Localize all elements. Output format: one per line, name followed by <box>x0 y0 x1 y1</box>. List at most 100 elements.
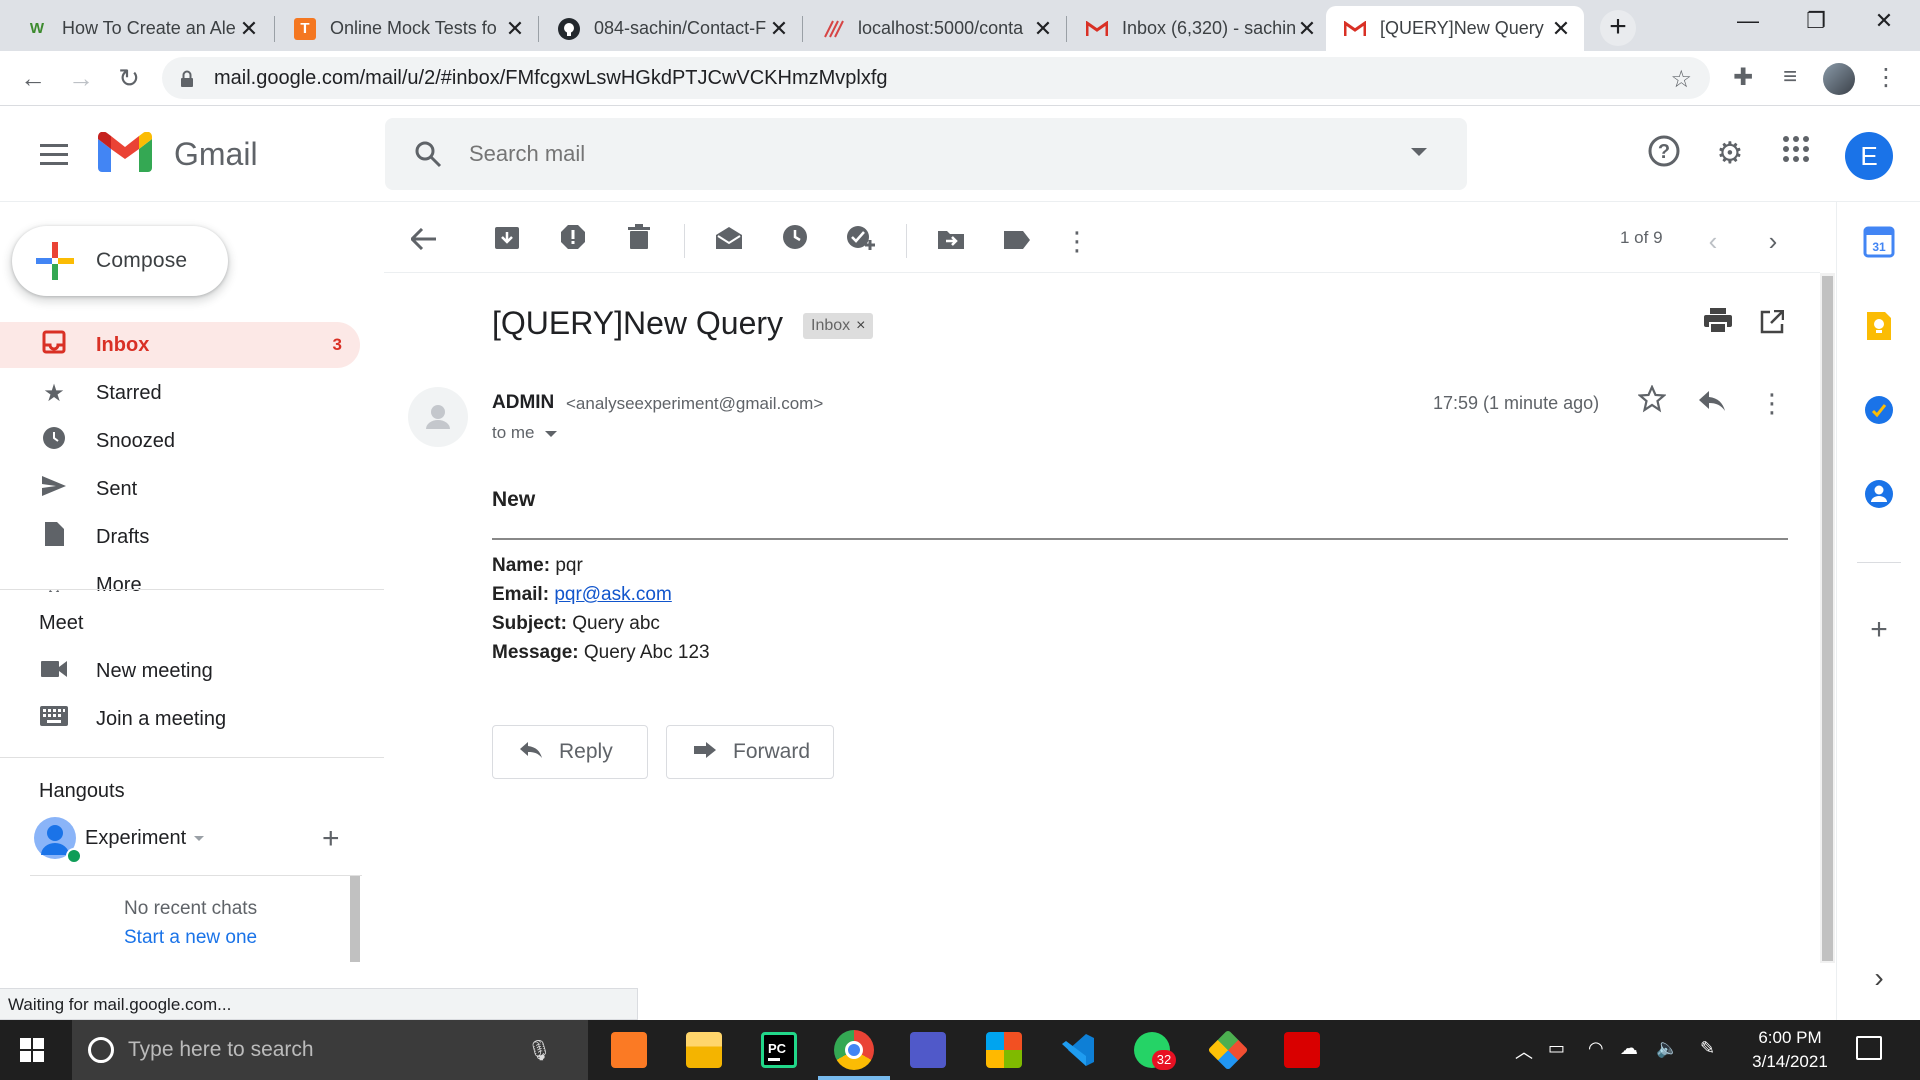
get-addons-plus-icon[interactable]: + <box>1863 614 1895 646</box>
browser-tab[interactable]: W How To Create an Ale ✕ <box>8 6 272 51</box>
sidebar-item-drafts[interactable]: Drafts <box>0 514 360 560</box>
browser-tab[interactable]: 084-sachin/Contact-F ✕ <box>540 6 802 51</box>
onedrive-cloud-icon[interactable]: ☁ <box>1620 1038 1638 1059</box>
search-input[interactable] <box>469 141 1349 167</box>
sidebar-item-inbox[interactable]: Inbox 3 <box>0 322 360 368</box>
file-explorer-icon[interactable] <box>686 1032 722 1068</box>
bookmark-star-icon[interactable]: ☆ <box>1670 65 1692 94</box>
message-more-icon[interactable]: ⋮ <box>1754 385 1790 421</box>
wifi-icon[interactable]: ◠ <box>1588 1038 1604 1059</box>
media-control-icon[interactable]: ≡ <box>1774 63 1806 91</box>
close-icon[interactable]: ✕ <box>1550 16 1572 42</box>
reload-icon[interactable]: ↻ <box>114 63 144 93</box>
reply-button[interactable]: Reply <box>492 725 648 779</box>
settings-gear-icon[interactable]: ⚙ <box>1710 134 1750 174</box>
sender-avatar[interactable] <box>408 387 468 447</box>
browser-tab[interactable]: Inbox (6,320) - sachin ✕ <box>1068 6 1330 51</box>
sidebar-item-snoozed[interactable]: Snoozed <box>0 418 360 464</box>
contacts-icon[interactable] <box>1863 478 1895 510</box>
compose-button[interactable]: Compose <box>12 226 228 296</box>
hangouts-scrollbar[interactable] <box>350 876 360 962</box>
archive-icon[interactable] <box>490 224 524 258</box>
sender-name[interactable]: ADMIN <box>492 392 554 414</box>
browser-menu-icon[interactable]: ⋮ <box>1870 63 1902 92</box>
newer-chevron-left-icon[interactable]: ‹ <box>1696 224 1730 258</box>
browser-tab[interactable]: T Online Mock Tests fo ✕ <box>276 6 538 51</box>
main-menu-icon[interactable] <box>40 144 68 171</box>
account-avatar[interactable]: E <box>1845 132 1893 180</box>
email-link[interactable]: pqr@ask.com <box>554 584 672 605</box>
snipping-tool-icon[interactable] <box>1207 1029 1249 1071</box>
action-center-icon[interactable] <box>1856 1036 1882 1060</box>
close-icon[interactable]: ✕ <box>768 16 790 42</box>
profile-avatar[interactable] <box>1823 63 1855 95</box>
close-icon[interactable]: ✕ <box>504 16 526 42</box>
volume-icon[interactable]: 🔈 <box>1656 1038 1678 1059</box>
new-meeting-item[interactable]: New meeting <box>0 648 360 694</box>
hangouts-user-name[interactable]: Experiment <box>85 827 205 850</box>
extensions-icon[interactable]: ✚ <box>1727 63 1759 92</box>
sidebar-item-starred[interactable]: ★ Starred <box>0 370 360 416</box>
close-icon[interactable]: ✕ <box>1032 16 1054 42</box>
mark-unread-icon[interactable] <box>712 224 746 258</box>
delete-trash-icon[interactable] <box>622 224 656 258</box>
recipient-details[interactable]: to me <box>492 423 557 443</box>
taskbar-search-box[interactable]: Type here to search 🎙 <box>72 1020 588 1080</box>
browser-tab[interactable]: localhost:5000/conta ✕ <box>804 6 1066 51</box>
close-window-icon[interactable]: ✕ <box>1854 8 1914 34</box>
acrobat-reader-icon[interactable] <box>1284 1032 1320 1068</box>
expand-panel-chevron-right-icon[interactable]: › <box>1863 962 1895 994</box>
report-spam-icon[interactable] <box>556 224 590 258</box>
older-chevron-right-icon[interactable]: › <box>1756 224 1790 258</box>
print-icon[interactable] <box>1700 307 1736 343</box>
windows-start-icon[interactable] <box>20 1038 44 1062</box>
search-icon[interactable] <box>413 139 443 169</box>
forward-icon[interactable]: → <box>66 63 96 93</box>
battery-icon[interactable]: ▭ <box>1548 1038 1565 1059</box>
reply-arrow-icon[interactable] <box>1694 385 1730 421</box>
microphone-icon[interactable]: 🎙 <box>527 1038 552 1063</box>
inbox-label-chip[interactable]: Inbox × <box>803 313 874 339</box>
help-icon[interactable]: ? <box>1644 134 1684 174</box>
gmail-logo-icon[interactable] <box>98 131 152 172</box>
add-to-tasks-icon[interactable] <box>844 224 878 258</box>
keep-icon[interactable] <box>1863 310 1895 342</box>
sidebar-item-more[interactable]: ⌄ More <box>0 562 360 592</box>
back-to-inbox-icon[interactable] <box>407 224 441 258</box>
label-tag-icon[interactable] <box>1000 224 1034 258</box>
chrome-app-icon[interactable] <box>834 1030 874 1070</box>
start-new-chat-link[interactable]: Start a new one <box>124 927 257 949</box>
open-in-new-window-icon[interactable] <box>1754 307 1790 343</box>
more-options-icon[interactable]: ⋮ <box>1060 224 1094 258</box>
microsoft-store-icon[interactable] <box>986 1032 1022 1068</box>
pycharm-app-icon[interactable]: PC <box>761 1032 797 1068</box>
restore-icon[interactable]: ❐ <box>1786 8 1846 34</box>
new-tab-button[interactable]: + <box>1600 10 1636 46</box>
snooze-clock-icon[interactable] <box>778 224 812 258</box>
move-to-icon[interactable] <box>934 224 968 258</box>
teams-app-icon[interactable] <box>910 1032 946 1068</box>
forward-button[interactable]: Forward <box>666 725 834 779</box>
chevron-down-icon[interactable] <box>544 430 557 437</box>
search-options-icon[interactable] <box>1411 148 1427 156</box>
remove-label-icon[interactable]: × <box>856 317 865 335</box>
close-icon[interactable]: ✕ <box>1296 16 1318 42</box>
show-hidden-icons-chevron-up-icon[interactable]: ︿ <box>1515 1038 1533 1064</box>
calendar-icon[interactable]: 31 <box>1863 226 1895 258</box>
tasks-icon[interactable] <box>1863 394 1895 426</box>
new-conversation-plus-icon[interactable]: + <box>322 822 340 856</box>
minimize-icon[interactable]: — <box>1718 8 1778 34</box>
vscode-app-icon[interactable] <box>1060 1032 1096 1068</box>
message-scrollbar[interactable] <box>1820 273 1835 963</box>
join-meeting-item[interactable]: Join a meeting <box>0 696 360 742</box>
star-outline-icon[interactable] <box>1634 384 1670 421</box>
close-icon[interactable]: ✕ <box>238 16 260 42</box>
pen-workspace-icon[interactable]: ✎ <box>1700 1038 1715 1059</box>
back-icon[interactable]: ← <box>18 63 48 93</box>
taskbar-clock[interactable]: 6:00 PM 3/14/2021 <box>1740 1026 1840 1074</box>
sidebar-item-sent[interactable]: Sent <box>0 466 360 512</box>
whatsapp-app-icon[interactable]: 32 <box>1134 1032 1176 1070</box>
browser-tab-active[interactable]: [QUERY]New Query ✕ <box>1326 6 1584 51</box>
address-bar[interactable]: mail.google.com/mail/u/2/#inbox/FMfcgxwL… <box>162 57 1710 99</box>
xampp-app-icon[interactable] <box>611 1032 647 1068</box>
